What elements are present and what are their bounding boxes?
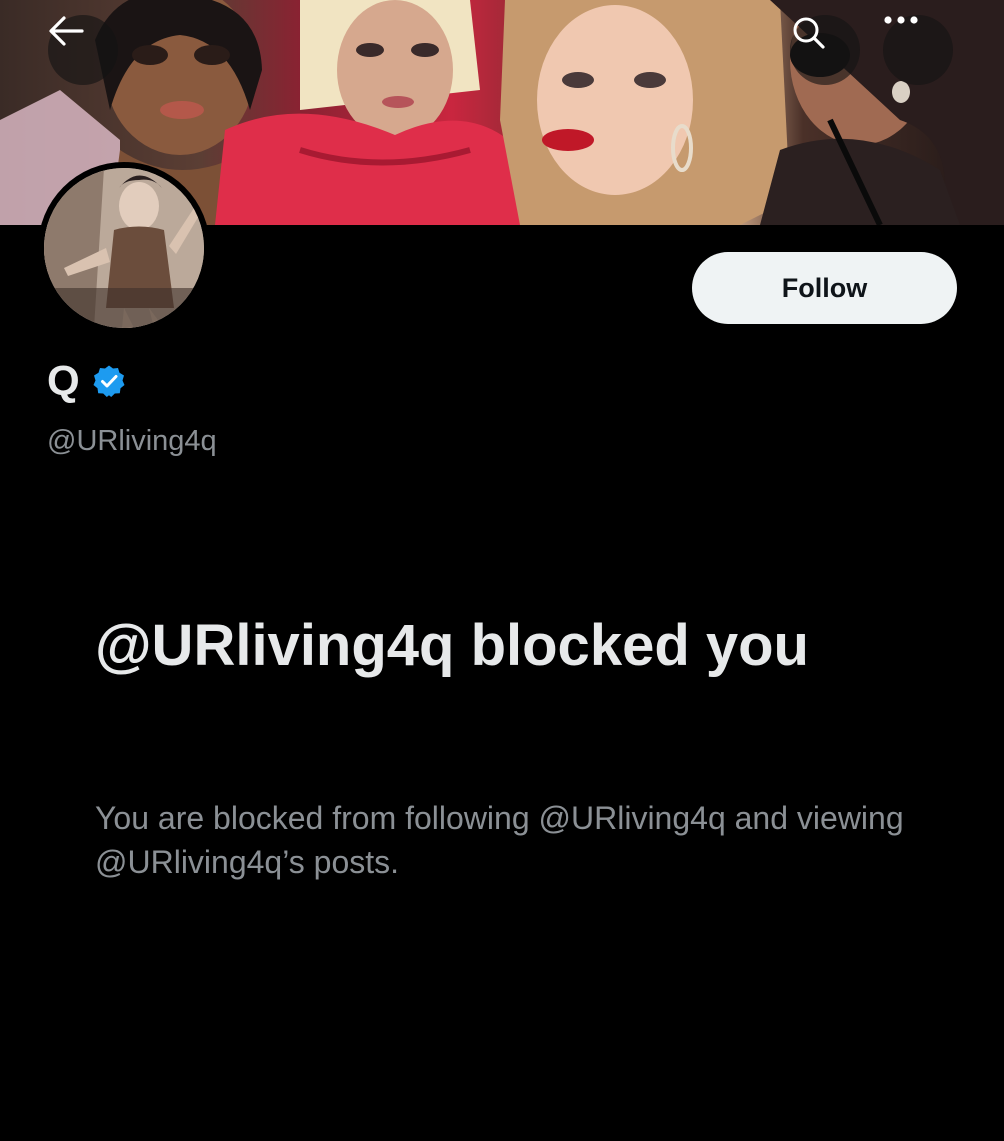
more-horizontal-icon xyxy=(884,16,918,24)
back-button[interactable] xyxy=(48,15,118,85)
search-icon xyxy=(793,17,825,49)
profile-handle: @URliving4q xyxy=(47,425,217,457)
profile-avatar[interactable] xyxy=(38,162,210,334)
search-button[interactable] xyxy=(790,15,860,85)
blocked-description: You are blocked from following @URliving… xyxy=(95,800,904,880)
display-name-row: Q xyxy=(47,360,126,402)
avatar-photo xyxy=(44,168,204,328)
verified-badge-icon xyxy=(92,364,126,398)
arrow-left-icon xyxy=(49,16,84,46)
more-options-button[interactable] xyxy=(883,15,953,85)
blocked-title: @URliving4q blocked you xyxy=(95,613,809,678)
follow-button[interactable]: Follow xyxy=(692,252,957,324)
display-name: Q xyxy=(47,357,80,404)
